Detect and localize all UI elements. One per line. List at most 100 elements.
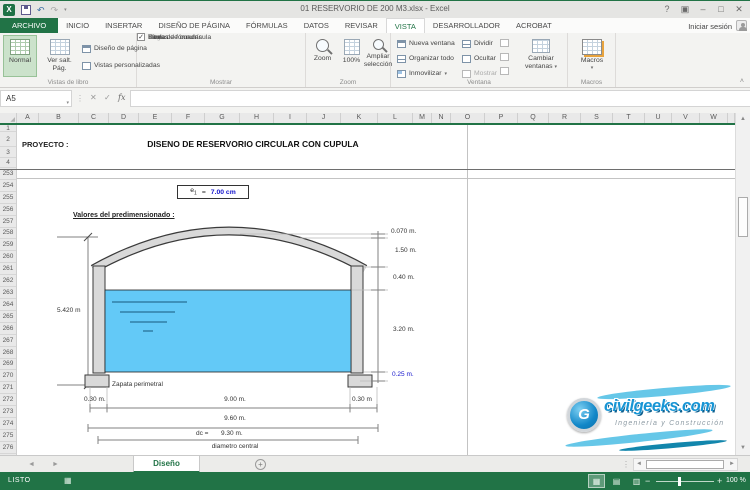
ribbon-tab[interactable]: FÓRMULAS <box>238 18 296 33</box>
zoom-button[interactable]: Zoom <box>308 35 337 77</box>
scroll-up-icon[interactable]: ▲ <box>736 113 750 126</box>
sign-in-link[interactable]: Iniciar sesión <box>688 22 732 31</box>
column-header[interactable]: C <box>79 113 109 123</box>
column-header[interactable]: R <box>549 113 581 123</box>
ribbon-tab[interactable]: INICIO <box>58 18 97 33</box>
zoom-slider-track[interactable] <box>656 481 714 482</box>
column-header[interactable]: M <box>413 113 432 123</box>
reset-window-position-icon[interactable] <box>500 67 509 75</box>
enter-icon[interactable]: ✓ <box>104 93 111 102</box>
view-page-layout-button[interactable]: ▤ <box>608 474 625 488</box>
column-header[interactable]: J <box>307 113 341 123</box>
show-option-checkbox[interactable]: ✓ Títulos <box>137 33 168 41</box>
ribbon-options-icon[interactable]: ▣ <box>676 2 694 17</box>
zoom-in-icon[interactable]: + <box>717 476 722 486</box>
column-header[interactable]: K <box>341 113 378 123</box>
view-page-break-button[interactable]: ▥ <box>628 474 645 488</box>
column-header[interactable] <box>728 113 735 123</box>
sheet-tab-diseno[interactable]: Diseño <box>133 456 200 473</box>
column-header[interactable]: E <box>139 113 172 123</box>
close-button[interactable]: ✕ <box>730 2 748 17</box>
scroll-down-icon[interactable]: ▼ <box>736 442 750 455</box>
column-header[interactable]: P <box>485 113 518 123</box>
ribbon-tab[interactable]: DESARROLLADOR <box>425 18 508 33</box>
hide-button[interactable]: Ocultar <box>462 52 496 65</box>
switch-windows-button[interactable]: Cambiar ventanas ▾ <box>519 35 563 77</box>
name-box-dropdown-icon[interactable]: ▾ <box>66 96 69 111</box>
formula-input[interactable] <box>130 90 750 107</box>
dc-prefix: dc = <box>196 430 208 437</box>
ribbon-tab[interactable]: ARCHIVO <box>0 18 58 33</box>
column-header[interactable]: G <box>205 113 240 123</box>
ribbon-tab[interactable]: DISEÑO DE PÁGINA <box>150 18 238 33</box>
ribbon-tab[interactable]: DATOS <box>296 18 337 33</box>
freeze-panes-icon <box>397 70 406 78</box>
ribbon-tab[interactable]: INSERTAR <box>97 18 150 33</box>
column-header[interactable]: N <box>432 113 451 123</box>
column-header[interactable]: F <box>172 113 205 123</box>
ribbon-tab[interactable]: REVISAR <box>337 18 386 33</box>
minimize-button[interactable]: – <box>694 2 712 17</box>
column-header[interactable]: L <box>378 113 413 123</box>
group-label: Zoom <box>306 79 390 86</box>
column-header[interactable]: B <box>39 113 79 123</box>
dim-wall-right: 0.30 m <box>352 396 372 403</box>
column-header[interactable]: D <box>109 113 139 123</box>
column-header[interactable]: H <box>240 113 274 123</box>
arrange-all-button[interactable]: Organizar todo <box>397 52 454 65</box>
page-break-preview-icon <box>50 39 70 55</box>
page-break-preview-button[interactable]: Ver salt. Pág. <box>39 35 80 77</box>
select-all-corner[interactable]: ◢ <box>0 113 17 123</box>
zoom-selection-icon <box>373 39 384 50</box>
zoom-to-selection-button[interactable]: Ampliar selección <box>366 35 390 77</box>
help-icon[interactable]: ? <box>658 2 676 17</box>
ribbon-tab[interactable]: ACROBAT <box>508 18 560 33</box>
collapse-ribbon-icon[interactable]: ˄ <box>740 78 744 85</box>
column-header[interactable]: V <box>672 113 700 123</box>
new-window-button[interactable]: Nueva ventana <box>397 37 455 50</box>
cancel-icon[interactable]: ✕ <box>90 93 97 102</box>
new-sheet-button[interactable]: + <box>255 459 266 470</box>
group-label: Mostrar <box>137 79 305 86</box>
arrange-all-icon <box>397 55 406 63</box>
horizontal-scrollbar[interactable]: ◄ ► <box>633 458 738 471</box>
sheet-nav-left-icon[interactable]: ◄ <box>28 461 35 468</box>
column-header[interactable]: A <box>17 113 39 123</box>
view-side-by-side-icon[interactable] <box>500 39 509 47</box>
zoom-out-icon[interactable]: − <box>645 476 650 486</box>
zoom-percentage[interactable]: 100 % <box>726 477 746 484</box>
scroll-left-icon[interactable]: ◄ <box>634 459 644 470</box>
user-avatar-icon[interactable] <box>736 20 747 31</box>
column-header[interactable]: I <box>274 113 307 123</box>
group-mostrar: ✓ Regla ✓ Líneas de cuadrícula ✓ Barra d… <box>137 33 306 87</box>
insert-function-icon[interactable]: fx <box>118 93 125 102</box>
column-header[interactable]: Q <box>518 113 549 123</box>
name-box[interactable]: A5 ▾ <box>0 90 72 107</box>
column-header[interactable]: T <box>613 113 645 123</box>
left-footing <box>85 375 109 387</box>
horizontal-scroll-thumb[interactable] <box>646 460 724 469</box>
macro-record-icon[interactable]: ▦ <box>64 476 72 485</box>
maximize-button[interactable]: □ <box>712 2 730 17</box>
ribbon-tab[interactable]: VISTA <box>386 18 425 33</box>
switch-windows-icon <box>532 39 550 53</box>
vertical-scrollbar[interactable]: ▲ ▼ <box>735 113 750 455</box>
column-header[interactable]: S <box>581 113 613 123</box>
scroll-right-icon[interactable]: ► <box>727 459 737 470</box>
dropdown-arrow-icon: ▾ <box>554 64 557 70</box>
sheet-canvas[interactable]: 1234 25325425525625725825926026126226326… <box>0 125 735 455</box>
column-header[interactable]: U <box>645 113 672 123</box>
zoom-slider-thumb[interactable] <box>678 477 681 486</box>
zoom-100-button[interactable]: 100% <box>338 35 365 77</box>
column-header[interactable]: W <box>700 113 728 123</box>
synchronous-scrolling-icon[interactable] <box>500 53 509 61</box>
split-button[interactable]: Dividir <box>462 37 493 50</box>
column-header[interactable]: O <box>451 113 485 123</box>
macros-button[interactable]: Macros ▾ <box>572 35 612 77</box>
view-normal-button[interactable]: ▦ <box>588 474 605 488</box>
status-bar: LISTO ▦ ▦ ▤ ▥ − + 100 % <box>0 472 750 490</box>
unhide-icon <box>462 70 471 78</box>
normal-view-button[interactable]: Normal <box>3 35 37 77</box>
sheet-nav-right-icon[interactable]: ► <box>52 461 59 468</box>
vertical-scroll-thumb[interactable] <box>738 197 748 237</box>
